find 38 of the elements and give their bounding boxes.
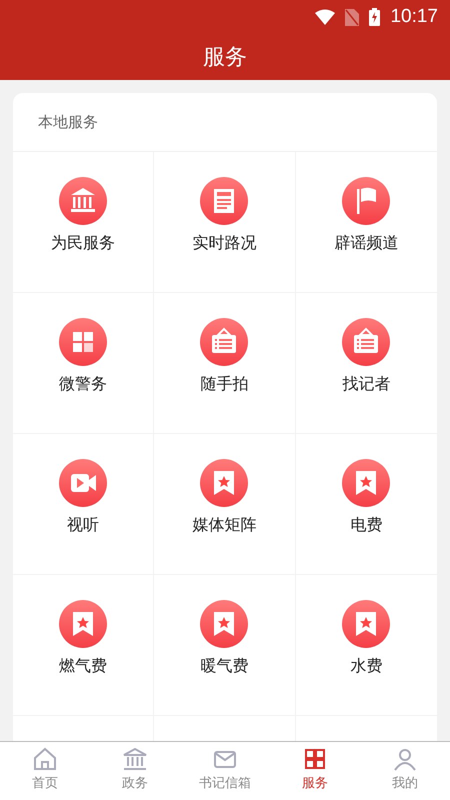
tab-bar-item[interactable]: 书记信箱 [180, 742, 270, 800]
service-item[interactable]: 媒体矩阵 [154, 434, 296, 575]
board-icon [200, 318, 248, 366]
grid-icon [59, 318, 108, 366]
tab-bar-item[interactable]: 服务 [270, 742, 360, 800]
service-item[interactable]: 视听 [13, 434, 154, 575]
service-item[interactable]: 暖气费 [154, 575, 296, 716]
service-item[interactable]: 为民服务 [13, 152, 154, 293]
section-title: 本地服务 [13, 93, 437, 152]
service-item[interactable]: 燃气费 [13, 575, 154, 716]
home-icon [32, 746, 58, 772]
flag-icon [342, 177, 390, 225]
status-time: 10:17 [390, 6, 438, 28]
bookmark-icon [342, 459, 390, 507]
bank-icon [59, 177, 108, 225]
document-icon [200, 177, 248, 225]
battery-icon [369, 8, 380, 26]
board-icon [342, 318, 390, 366]
wifi-icon [315, 9, 336, 25]
service-item[interactable]: 随手拍 [154, 293, 296, 434]
no-sim-icon [345, 8, 360, 26]
service-item[interactable]: 水费 [296, 575, 437, 716]
bookmark-icon [200, 600, 248, 648]
tab-bar-item[interactable]: 政务 [90, 742, 180, 800]
service-item[interactable]: 实时路况 [154, 152, 296, 293]
bookmark-icon [200, 459, 248, 507]
bank-icon [122, 746, 148, 772]
service-item[interactable]: 微警务 [13, 293, 154, 434]
service-item[interactable]: 电费 [296, 434, 437, 575]
tab-bar-item[interactable]: 首页 [0, 742, 90, 800]
service-item[interactable]: 辟谣频道 [296, 152, 437, 293]
tab-bar-item[interactable]: 我的 [360, 742, 450, 800]
bookmark-icon [342, 600, 390, 648]
service-item[interactable]: 找记者 [296, 293, 437, 434]
person-icon [392, 746, 418, 772]
page-title: 服务 [202, 44, 248, 72]
video-icon [59, 459, 108, 507]
bookmark-icon [59, 600, 108, 648]
